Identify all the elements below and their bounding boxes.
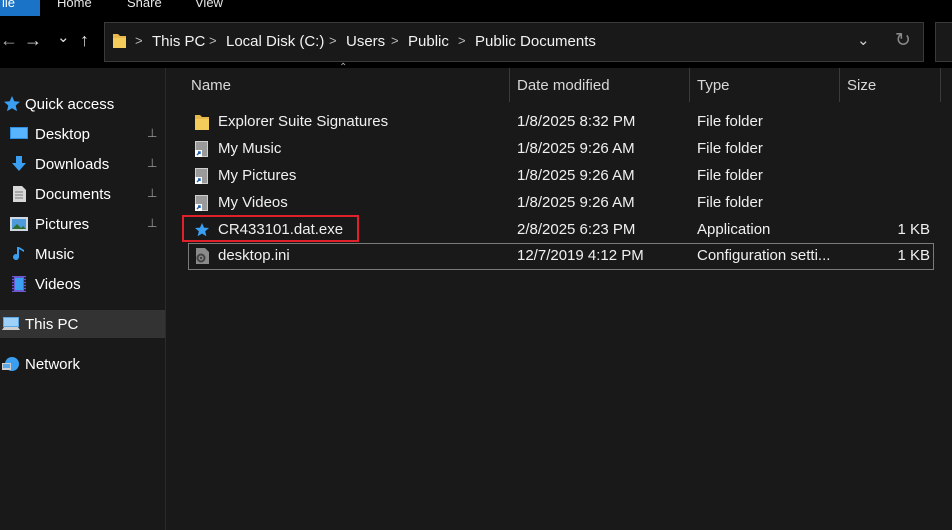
film-icon: [12, 276, 26, 292]
folder-icon: [113, 34, 126, 48]
file-list: ⌃ Name Date modified Type Size Explorer …: [167, 62, 952, 530]
star-icon: [4, 96, 20, 112]
breadcrumb-public[interactable]: Public: [408, 33, 449, 50]
breadcrumb-separator[interactable]: >: [391, 33, 399, 48]
sidebar-item-label: Desktop: [35, 126, 91, 143]
sidebar-item-label: Videos: [35, 276, 81, 293]
address-bar[interactable]: > This PC > Local Disk (C:) > Users > Pu…: [104, 22, 924, 62]
sidebar-item-pictures[interactable]: Pictures ⊥: [0, 210, 165, 238]
search-box[interactable]: [935, 22, 952, 62]
file-type: File folder: [697, 167, 763, 184]
music-note-icon: [13, 247, 24, 261]
file-type: File folder: [697, 140, 763, 157]
file-type: File folder: [697, 113, 763, 130]
file-row-my-videos[interactable]: My Videos 1/8/2025 9:26 AM File folder: [188, 190, 934, 217]
file-date: 1/8/2025 9:26 AM: [517, 140, 635, 157]
file-type: Application: [697, 221, 771, 238]
breadcrumb-separator[interactable]: >: [209, 33, 217, 48]
file-name: My Videos: [218, 194, 288, 211]
file-size: 1 KB: [897, 221, 930, 238]
breadcrumb-this-pc[interactable]: This PC: [152, 33, 205, 50]
sidebar-item-label: Downloads: [35, 156, 110, 173]
column-divider[interactable]: [940, 68, 941, 102]
file-date: 1/8/2025 9:26 AM: [517, 167, 635, 184]
annotation-highlight-box: [182, 215, 359, 242]
breadcrumb-separator[interactable]: >: [458, 33, 466, 48]
sidebar-item-documents[interactable]: Documents ⊥: [0, 180, 165, 208]
breadcrumb-local-disk[interactable]: Local Disk (C:): [226, 33, 324, 50]
tab-share[interactable]: Share: [127, 0, 162, 12]
desktop-icon: [10, 127, 28, 139]
document-icon: [13, 186, 26, 202]
pin-icon[interactable]: ⊥: [147, 186, 157, 200]
pin-icon[interactable]: ⊥: [147, 126, 157, 140]
breadcrumb-separator[interactable]: >: [135, 33, 143, 48]
file-type: File folder: [697, 194, 763, 211]
pin-icon[interactable]: ⊥: [147, 216, 157, 230]
sidebar-item-videos[interactable]: Videos: [0, 270, 165, 298]
navigation-pane: Quick access Desktop ⊥ Downloads ⊥ Docum…: [0, 68, 166, 530]
sidebar-item-network[interactable]: Network: [0, 350, 165, 378]
sidebar-item-label: Quick access: [25, 96, 115, 113]
file-name: My Music: [218, 140, 282, 157]
file-row-my-music[interactable]: My Music 1/8/2025 9:26 AM File folder: [188, 136, 934, 163]
sidebar-item-downloads[interactable]: Downloads ⊥: [0, 150, 165, 178]
breadcrumb-separator[interactable]: >: [329, 33, 337, 48]
file-size: 1 KB: [897, 247, 930, 264]
pin-icon[interactable]: ⊥: [147, 156, 157, 170]
forward-icon[interactable]: →: [24, 30, 42, 50]
sidebar-item-this-pc[interactable]: This PC: [0, 310, 165, 338]
column-header-type[interactable]: Type: [690, 68, 839, 102]
column-header-name[interactable]: Name: [167, 68, 509, 102]
column-label: Size: [847, 77, 877, 94]
breadcrumb-public-documents[interactable]: Public Documents: [475, 33, 596, 50]
sidebar-item-label: This PC: [25, 316, 79, 333]
file-date: 12/7/2019 4:12 PM: [517, 247, 644, 264]
file-name: Explorer Suite Signatures: [218, 113, 389, 130]
file-row-explorer-suite-signatures[interactable]: Explorer Suite Signatures 1/8/2025 8:32 …: [188, 109, 934, 136]
column-label: Date modified: [517, 77, 610, 94]
picture-icon: [10, 217, 28, 231]
file-type: Configuration setti...: [697, 247, 831, 264]
back-icon[interactable]: ←: [0, 30, 18, 50]
sidebar-item-music[interactable]: Music: [0, 240, 165, 268]
computer-icon: [2, 317, 20, 330]
sidebar-item-label: Pictures: [35, 216, 90, 233]
tab-home[interactable]: Home: [57, 0, 92, 12]
file-date: 1/8/2025 9:26 AM: [517, 194, 635, 211]
network-icon: [2, 357, 19, 371]
sidebar-item-desktop[interactable]: Desktop ⊥: [0, 120, 165, 148]
up-icon[interactable]: ↑: [80, 30, 89, 50]
column-header-size[interactable]: Size: [840, 68, 940, 102]
file-date: 2/8/2025 6:23 PM: [517, 221, 636, 238]
file-row-my-pictures[interactable]: My Pictures 1/8/2025 9:26 AM File folder: [188, 163, 934, 190]
refresh-icon[interactable]: ↻: [895, 29, 911, 52]
sidebar-item-label: Documents: [35, 186, 111, 203]
file-date: 1/8/2025 8:32 PM: [517, 113, 636, 130]
tab-view[interactable]: View: [195, 0, 223, 12]
sidebar-item-quick-access[interactable]: Quick access: [0, 90, 165, 118]
sidebar-item-label: Network: [25, 356, 81, 373]
file-row-desktop-ini[interactable]: desktop.ini 12/7/2019 4:12 PM Configurat…: [188, 243, 934, 270]
recent-locations-icon[interactable]: ⌄: [57, 28, 70, 48]
column-label: Type: [697, 77, 730, 94]
file-name: My Pictures: [218, 167, 297, 184]
download-arrow-icon: [12, 156, 26, 171]
ribbon-tabs: ile Home Share View: [0, 0, 952, 16]
breadcrumb-users[interactable]: Users: [346, 33, 385, 50]
column-label: Name: [191, 77, 232, 94]
sidebar-item-label: Music: [35, 246, 75, 263]
tab-file[interactable]: ile: [0, 0, 40, 16]
column-header-date-modified[interactable]: Date modified: [510, 68, 689, 102]
file-name: desktop.ini: [218, 247, 290, 264]
address-history-dropdown-icon[interactable]: ⌄: [857, 31, 870, 49]
